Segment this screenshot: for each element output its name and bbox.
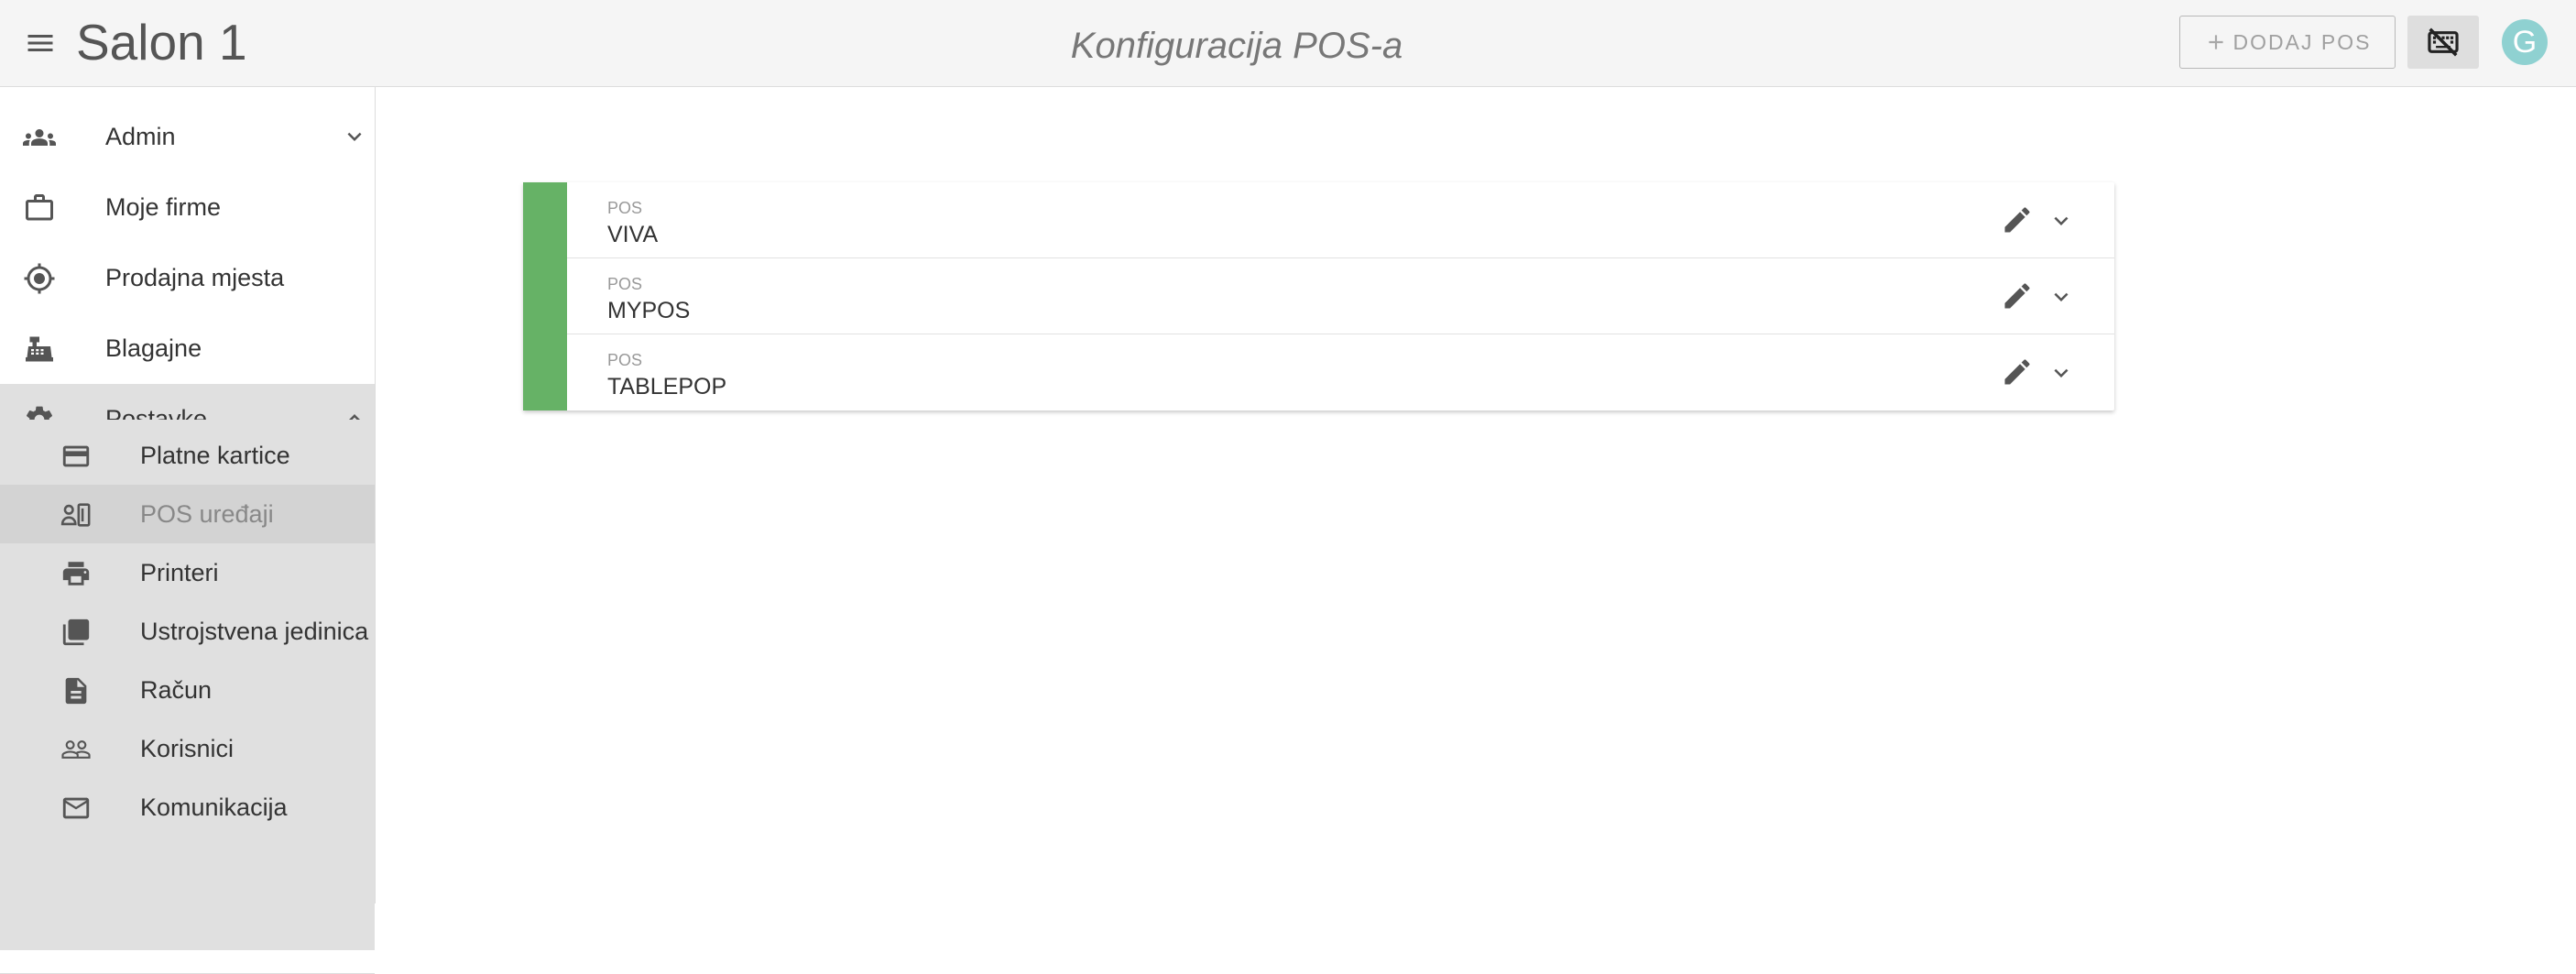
sidebar-subitem-label: Printeri — [140, 559, 219, 586]
sidebar-item-komunikacija[interactable]: Komunikacija — [0, 778, 375, 837]
sidebar-item-racun[interactable]: Račun — [0, 661, 375, 719]
sidebar-item-label: Moje firme — [105, 193, 222, 221]
sidebar-item-korisnici[interactable]: Korisnici — [0, 719, 375, 778]
status-stripe — [523, 258, 567, 334]
settings-submenu: Platne kartice POS uređaji Printeri Ustr… — [0, 420, 375, 950]
page-title: Konfiguracija POS-a — [1070, 26, 1403, 66]
sidebar-item-blagajne[interactable]: Blagajne — [0, 313, 375, 384]
pos-name: MYPOS — [607, 298, 691, 323]
pencil-icon[interactable] — [2001, 356, 2034, 389]
pos-caption: POS — [607, 351, 643, 369]
chevron-down-icon — [341, 123, 368, 150]
users-icon — [60, 734, 92, 765]
pos-caption: POS — [607, 199, 643, 217]
library-icon — [60, 617, 92, 648]
pos-row-viva[interactable]: POS VIVA — [523, 182, 2114, 258]
sidebar-subitem-label: Platne kartice — [140, 442, 290, 469]
receipt-icon — [60, 675, 92, 706]
sidebar-subitem-label: Račun — [140, 676, 213, 704]
sidebar-item-label: Blagajne — [105, 334, 202, 362]
pos-row-tablepop[interactable]: POS TABLEPOP — [523, 334, 2114, 410]
keyboard-hide-button[interactable] — [2407, 16, 2479, 69]
sidebar-item-printeri[interactable]: Printeri — [0, 543, 375, 602]
pos-row-mypos[interactable]: POS MYPOS — [523, 258, 2114, 334]
sidebar-item-prodajna-mjesta[interactable]: Prodajna mjesta — [0, 243, 375, 313]
briefcase-icon — [23, 192, 56, 224]
credit-card-icon — [60, 441, 92, 472]
sidebar-item-label: Prodajna mjesta — [105, 264, 285, 291]
status-stripe — [523, 182, 567, 258]
pos-name: TABLEPOP — [607, 374, 727, 399]
sidebar-item-platne-kartice[interactable]: Platne kartice — [0, 426, 375, 485]
add-pos-button-label: DODAJ POS — [2232, 29, 2372, 54]
sidebar-item-label: Admin — [105, 123, 176, 150]
keyboard-off-icon — [2428, 27, 2459, 57]
add-pos-button[interactable]: DODAJ POS — [2179, 16, 2396, 69]
location-icon — [23, 262, 56, 295]
sidebar-item-admin[interactable]: Admin — [0, 102, 375, 172]
pencil-icon[interactable] — [2001, 279, 2034, 312]
chevron-down-icon[interactable] — [2047, 207, 2075, 235]
top-app-bar: Salon 1 Konfiguracija POS-a DODAJ POS G — [0, 0, 2576, 87]
printer-icon — [60, 558, 92, 589]
chevron-down-icon[interactable] — [2047, 283, 2075, 311]
sidebar-item-pos-uredaji[interactable]: POS uređaji — [0, 485, 375, 543]
pencil-icon[interactable] — [2001, 203, 2034, 236]
mail-icon — [60, 793, 92, 824]
sidebar-subitem-label: Korisnici — [140, 735, 235, 762]
user-avatar[interactable]: G — [2502, 19, 2548, 65]
sidebar-subitem-label: Ustrojstvena jedinica — [140, 618, 369, 645]
pos-name: VIVA — [607, 222, 659, 247]
sidebar: Admin Moje firme Prodajna mjesta Blagajn… — [0, 87, 376, 974]
app-title: Salon 1 — [76, 14, 247, 71]
people-icon — [23, 121, 56, 154]
sidebar-item-ustrojstvena-jedinica[interactable]: Ustrojstvena jedinica — [0, 602, 375, 661]
menu-icon[interactable] — [24, 27, 57, 60]
pos-caption: POS — [607, 275, 643, 293]
plus-icon — [2204, 30, 2228, 54]
pos-device-icon — [60, 499, 92, 531]
status-stripe — [523, 334, 567, 410]
chevron-down-icon[interactable] — [2047, 359, 2075, 387]
sidebar-item-moje-firme[interactable]: Moje firme — [0, 172, 375, 243]
sidebar-subitem-label: Komunikacija — [140, 793, 288, 821]
cash-register-icon — [23, 333, 56, 366]
sidebar-subitem-label: POS uređaji — [140, 500, 274, 528]
pos-list: POS VIVA POS MYPOS POS TABLEPOP — [523, 182, 2114, 410]
